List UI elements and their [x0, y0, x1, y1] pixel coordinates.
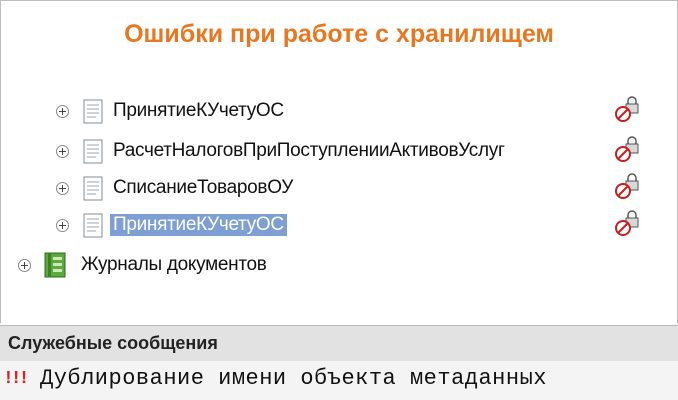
expand-icon[interactable]: [56, 218, 69, 232]
messages-header: Служебные сообщения: [0, 325, 678, 362]
expand-icon[interactable]: [56, 144, 69, 158]
lock-icon: [614, 171, 640, 201]
tree-row-journals[interactable]: Журналы документов: [18, 250, 267, 280]
document-icon: [83, 99, 103, 124]
tree-item-label: РасчетНалоговПриПоступленииАктивовУслуг: [113, 140, 505, 161]
expand-icon[interactable]: [18, 258, 31, 272]
document-icon: [83, 176, 103, 201]
document-icon: [83, 139, 103, 164]
lock-icon: [614, 208, 640, 238]
journal-icon: [43, 251, 67, 279]
tree-item-label: СписаниеТоваровОУ: [113, 177, 294, 198]
tree-item-label: ПринятиеКУчетуОС: [113, 100, 284, 121]
tree-row-selected[interactable]: ПринятиеКУчетуОС: [56, 210, 287, 240]
expand-icon[interactable]: [56, 181, 69, 195]
message-row[interactable]: !!! Дублирование имени объекта метаданны…: [0, 361, 678, 400]
tree-row[interactable]: РасчетНалоговПриПоступленииАктивовУслуг: [56, 136, 505, 166]
error-mark-icon: !!!: [3, 369, 29, 389]
page-title: Ошибки при работе с хранилищем: [124, 20, 554, 48]
tree-item-label: Журналы документов: [81, 254, 267, 275]
tree-row[interactable]: СписаниеТоваровОУ: [56, 173, 293, 203]
tree-item-label: ПринятиеКУчетуОС: [110, 214, 287, 236]
tree-row[interactable]: ПринятиеКУчетуОС: [56, 96, 284, 126]
lock-icon: [614, 134, 640, 164]
message-text: Дублирование имени объекта метаданных: [40, 366, 547, 391]
lock-icon: [614, 94, 640, 124]
expand-icon[interactable]: [56, 104, 69, 118]
messages-header-title: Служебные сообщения: [8, 333, 218, 353]
document-icon: [83, 213, 103, 238]
